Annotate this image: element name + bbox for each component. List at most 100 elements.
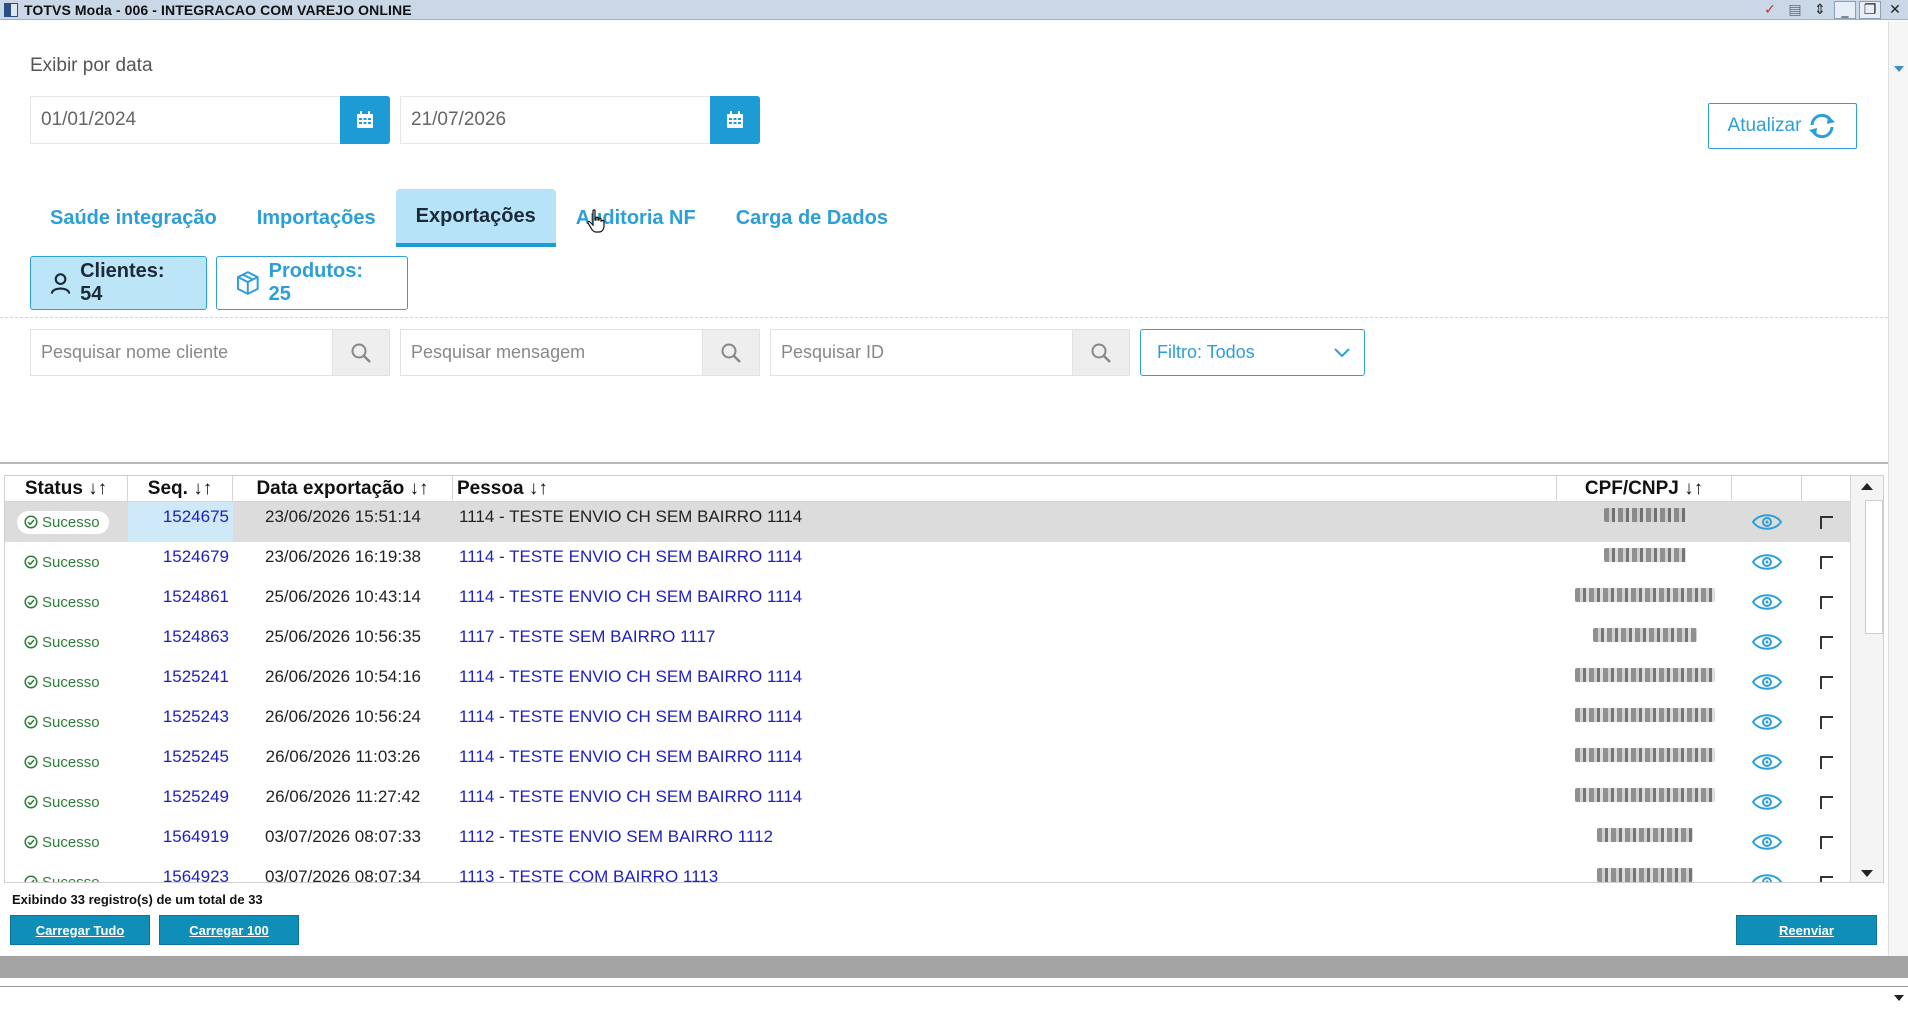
- eye-icon[interactable]: [1751, 871, 1783, 883]
- col-seq-header[interactable]: Seq. ↓↑: [128, 476, 233, 502]
- col-pessoa-header[interactable]: Pessoa ↓↑: [453, 476, 1557, 502]
- table-row[interactable]: Sucesso 1564919 03/07/2026 08:07:33 1112 - …: [5, 822, 1850, 862]
- calendar-icon: [727, 111, 743, 128]
- pessoa-cell[interactable]: 1113 - TESTE COM BAIRRO 1113: [453, 862, 1557, 882]
- calendar-button[interactable]: [710, 96, 760, 144]
- tab-auditoria-nf[interactable]: Auditoria NF: [556, 189, 716, 247]
- produtos-chip[interactable]: Produtos: 25: [216, 256, 408, 310]
- seq-cell[interactable]: 1524675: [128, 502, 233, 542]
- scroll-down-icon[interactable]: [1861, 870, 1873, 877]
- clientes-chip[interactable]: Clientes: 54: [30, 256, 207, 310]
- row-checkbox[interactable]: [1819, 595, 1833, 609]
- seq-cell[interactable]: 1524863: [128, 622, 233, 662]
- table-row[interactable]: Sucesso 1524679 23/06/2026 16:19:38 1114 - …: [5, 542, 1850, 582]
- table-row[interactable]: Sucesso 1525243 26/06/2026 10:56:24 1114 - …: [5, 702, 1850, 742]
- close-button[interactable]: ✕: [1884, 1, 1906, 19]
- status-dropdown-icon[interactable]: [1894, 995, 1904, 1001]
- page-scrollbar[interactable]: [1888, 21, 1908, 961]
- eye-icon[interactable]: [1751, 791, 1783, 813]
- date-start-field[interactable]: 01/01/2024: [30, 96, 390, 144]
- printer-icon[interactable]: ▤: [1784, 1, 1806, 19]
- scroll-up-icon[interactable]: [1861, 483, 1873, 490]
- seq-cell[interactable]: 1525243: [128, 702, 233, 742]
- load-all-button[interactable]: Carregar Tudo: [10, 915, 150, 945]
- search-mensagem[interactable]: Pesquisar mensagem: [400, 329, 760, 376]
- grid-scrollbar[interactable]: [1850, 476, 1883, 882]
- eye-icon[interactable]: [1751, 591, 1783, 613]
- pessoa-cell[interactable]: 1117 - TESTE SEM BAIRRO 1117: [453, 622, 1557, 662]
- tab-importacoes[interactable]: Importações: [237, 189, 396, 247]
- table-row[interactable]: Sucesso 1525241 26/06/2026 10:54:16 1114 - …: [5, 662, 1850, 702]
- col-status-header[interactable]: Status ↓↑: [5, 476, 128, 502]
- row-checkbox[interactable]: [1819, 715, 1833, 729]
- redacted-cpf: [1574, 748, 1715, 762]
- menu-arrows-icon[interactable]: ⇕: [1809, 1, 1831, 19]
- minimize-button[interactable]: _: [1834, 1, 1856, 19]
- date-start-input[interactable]: 01/01/2024: [30, 96, 340, 144]
- search-cliente-input[interactable]: Pesquisar nome cliente: [30, 329, 332, 376]
- calendar-button[interactable]: [340, 96, 390, 144]
- tab-exportacoes[interactable]: Exportações: [395, 189, 556, 247]
- date-end-input[interactable]: 21/07/2026: [400, 96, 710, 144]
- eye-icon[interactable]: [1751, 751, 1783, 773]
- table-row[interactable]: Sucesso 1524675 23/06/2026 15:51:14 1114 - …: [5, 502, 1850, 542]
- status-filter-select[interactable]: Filtro: Todos: [1140, 329, 1365, 376]
- tab-carga-de-dados[interactable]: Carga de Dados: [716, 189, 908, 247]
- row-checkbox[interactable]: [1819, 755, 1833, 769]
- pessoa-cell[interactable]: 1114 - TESTE ENVIO CH SEM BAIRRO 1114: [453, 662, 1557, 702]
- pessoa-cell[interactable]: 1114 - TESTE ENVIO CH SEM BAIRRO 1114: [453, 702, 1557, 742]
- pdf-icon[interactable]: ✓: [1759, 1, 1781, 19]
- seq-cell[interactable]: 1525249: [128, 782, 233, 822]
- table-row[interactable]: Sucesso 1525245 26/06/2026 11:03:26 1114 - …: [5, 742, 1850, 782]
- date-end-field[interactable]: 21/07/2026: [400, 96, 760, 144]
- col-cpf-header[interactable]: CPF/CNPJ ↓↑: [1557, 476, 1732, 502]
- col-data-header[interactable]: Data exportação ↓↑: [233, 476, 453, 502]
- search-button[interactable]: [1072, 329, 1130, 376]
- scroll-thumb[interactable]: [1865, 500, 1883, 634]
- search-id-input[interactable]: Pesquisar ID: [770, 329, 1072, 376]
- table-row[interactable]: Sucesso 1525249 26/06/2026 11:27:42 1114 - …: [5, 782, 1850, 822]
- pessoa-cell[interactable]: 1114 - TESTE ENVIO CH SEM BAIRRO 1114: [453, 502, 1557, 542]
- table-row[interactable]: Sucesso 1564923 03/07/2026 08:07:34 1113 - …: [5, 862, 1850, 883]
- eye-icon[interactable]: [1751, 711, 1783, 733]
- search-button[interactable]: [702, 329, 760, 376]
- eye-icon[interactable]: [1751, 551, 1783, 573]
- pessoa-cell[interactable]: 1114 - TESTE ENVIO CH SEM BAIRRO 1114: [453, 742, 1557, 782]
- eye-icon[interactable]: [1751, 671, 1783, 693]
- pessoa-cell[interactable]: 1114 - TESTE ENVIO CH SEM BAIRRO 1114: [453, 782, 1557, 822]
- pessoa-cell[interactable]: 1114 - TESTE ENVIO CH SEM BAIRRO 1114: [453, 582, 1557, 622]
- eye-icon[interactable]: [1751, 511, 1783, 533]
- table-row[interactable]: Sucesso 1524861 25/06/2026 10:43:14 1114 - …: [5, 582, 1850, 622]
- eye-icon[interactable]: [1751, 631, 1783, 653]
- seq-cell[interactable]: 1564923: [128, 862, 233, 882]
- resend-button[interactable]: Reenviar: [1736, 915, 1877, 945]
- row-checkbox[interactable]: [1819, 515, 1833, 529]
- scroll-down-arrow-icon[interactable]: [1894, 66, 1904, 72]
- seq-cell[interactable]: 1524679: [128, 542, 233, 582]
- pessoa-cell[interactable]: 1112 - TESTE ENVIO SEM BAIRRO 1112: [453, 822, 1557, 862]
- search-id[interactable]: Pesquisar ID: [770, 329, 1130, 376]
- select-cell: [1802, 742, 1850, 782]
- search-cliente[interactable]: Pesquisar nome cliente: [30, 329, 390, 376]
- redacted-cpf: [1592, 628, 1697, 642]
- table-row[interactable]: Sucesso 1524863 25/06/2026 10:56:35 1117 - …: [5, 622, 1850, 662]
- pessoa-cell[interactable]: 1114 - TESTE ENVIO CH SEM BAIRRO 1114: [453, 542, 1557, 582]
- search-button[interactable]: [332, 329, 390, 376]
- search-mensagem-input[interactable]: Pesquisar mensagem: [400, 329, 702, 376]
- eye-icon[interactable]: [1751, 831, 1783, 853]
- row-checkbox[interactable]: [1819, 875, 1833, 882]
- seq-cell[interactable]: 1525245: [128, 742, 233, 782]
- row-checkbox[interactable]: [1819, 635, 1833, 649]
- status-filter-label: Filtro: Todos: [1157, 342, 1255, 362]
- seq-cell[interactable]: 1524861: [128, 582, 233, 622]
- seq-cell[interactable]: 1564919: [128, 822, 233, 862]
- row-checkbox[interactable]: [1819, 835, 1833, 849]
- row-checkbox[interactable]: [1819, 795, 1833, 809]
- refresh-button[interactable]: Atualizar: [1708, 103, 1857, 149]
- load-100-button[interactable]: Carregar 100: [159, 915, 299, 945]
- tab-saude-integracao[interactable]: Saúde integração: [30, 189, 237, 247]
- row-checkbox[interactable]: [1819, 675, 1833, 689]
- seq-cell[interactable]: 1525241: [128, 662, 233, 702]
- row-checkbox[interactable]: [1819, 555, 1833, 569]
- restore-button[interactable]: ❐: [1859, 1, 1881, 19]
